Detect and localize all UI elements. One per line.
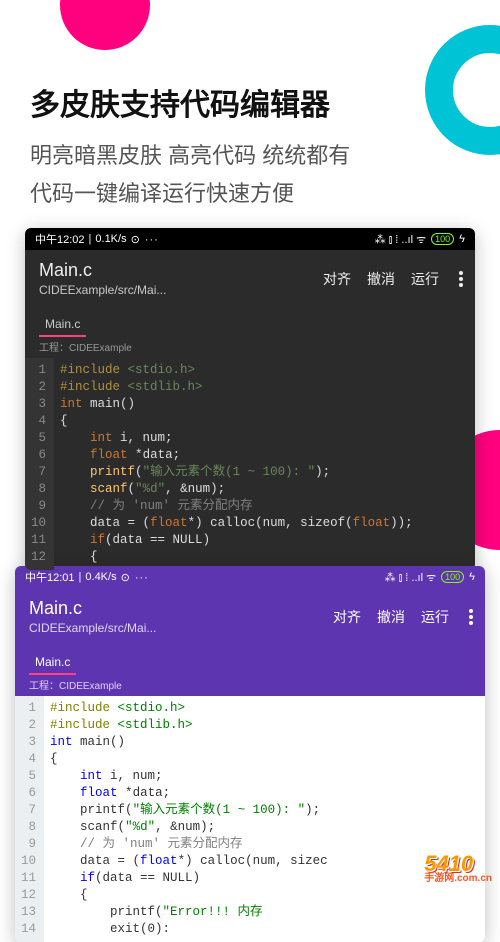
app-bar-light: Main.c CIDEExample/src/Mai... 对齐 撤消 运行 <box>15 588 485 643</box>
status-oper-icon: ⊙ ··· <box>131 233 159 246</box>
page-title: 多皮肤支持代码编辑器 <box>30 80 470 124</box>
page-subtitle-1: 明亮暗黑皮肤 高亮代码 统统都有 <box>30 138 470 170</box>
status-time: 中午12:02 <box>35 231 85 247</box>
gutter-light: 123 456 789 101112 1314 <box>15 696 44 942</box>
lightning-icon: ϟ <box>469 571 475 583</box>
status-net: 0.4K/s <box>85 571 116 583</box>
site-watermark: 5410手游网.com.cn <box>424 854 492 883</box>
action-run[interactable]: 运行 <box>411 269 439 289</box>
battery-icon: 100 <box>441 571 464 583</box>
page-subtitle-2: 代码一键编译运行快速方便 <box>30 176 470 208</box>
phone-previews: 中午12:02 | 0.1K/s ⊙ ··· ⁂ ⫾ ⁞ ..ıl ᯤ 100 … <box>0 228 500 942</box>
code-lines-dark[interactable]: #include <stdio.h> #include <stdlib.h> i… <box>54 358 419 570</box>
phone-dark-theme: 中午12:02 | 0.1K/s ⊙ ··· ⁂ ⫾ ⁞ ..ıl ᯤ 100 … <box>25 228 475 570</box>
file-path: CIDEExample/src/Mai... <box>29 621 333 635</box>
status-right-icons: ⁂ ⫾ ⁞ ..ıl ᯤ <box>385 570 436 585</box>
heading-block: 多皮肤支持代码编辑器 明亮暗黑皮肤 高亮代码 统统都有 代码一键编译运行快速方便 <box>0 0 500 208</box>
phone-light-theme: 中午12:01 | 0.4K/s ⊙ ··· ⁂ ⫾ ⁞ ..ıl ᯤ 100 … <box>15 566 485 942</box>
action-undo[interactable]: 撤消 <box>367 269 395 289</box>
status-bar-dark: 中午12:02 | 0.1K/s ⊙ ··· ⁂ ⫾ ⁞ ..ıl ᯤ 100 … <box>25 228 475 250</box>
lightning-icon: ϟ <box>459 233 465 245</box>
action-undo[interactable]: 撤消 <box>377 607 405 627</box>
code-lines-light[interactable]: #include <stdio.h> #include <stdlib.h> i… <box>44 696 334 942</box>
code-area-dark[interactable]: 123 456 789 101112 #include <stdio.h> #i… <box>25 358 475 570</box>
project-label-dark: 工程：CIDEExample <box>25 337 475 358</box>
file-title: Main.c <box>39 260 323 281</box>
action-align[interactable]: 对齐 <box>323 269 351 289</box>
more-menu-icon[interactable] <box>469 609 473 625</box>
action-run[interactable]: 运行 <box>421 607 449 627</box>
status-right-icons: ⁂ ⫾ ⁞ ..ıl ᯤ <box>375 232 426 247</box>
file-title: Main.c <box>29 598 333 619</box>
more-menu-icon[interactable] <box>459 271 463 287</box>
app-bar-dark: Main.c CIDEExample/src/Mai... 对齐 撤消 运行 <box>25 250 475 305</box>
status-time: 中午12:01 <box>25 569 75 585</box>
status-net: 0.1K/s <box>95 233 126 245</box>
code-area-light[interactable]: 123 456 789 101112 1314 #include <stdio.… <box>15 696 485 942</box>
project-label-light: 工程：CIDEExample <box>15 675 485 696</box>
file-path: CIDEExample/src/Mai... <box>39 283 323 297</box>
status-oper-icon: ⊙ ··· <box>121 571 149 584</box>
tab-main-c[interactable]: Main.c <box>29 651 76 675</box>
battery-icon: 100 <box>431 233 454 245</box>
tab-main-c[interactable]: Main.c <box>39 313 86 337</box>
tab-row-dark: Main.c <box>25 305 475 337</box>
tab-row-light: Main.c <box>15 643 485 675</box>
gutter-dark: 123 456 789 101112 <box>25 358 54 570</box>
action-align[interactable]: 对齐 <box>333 607 361 627</box>
